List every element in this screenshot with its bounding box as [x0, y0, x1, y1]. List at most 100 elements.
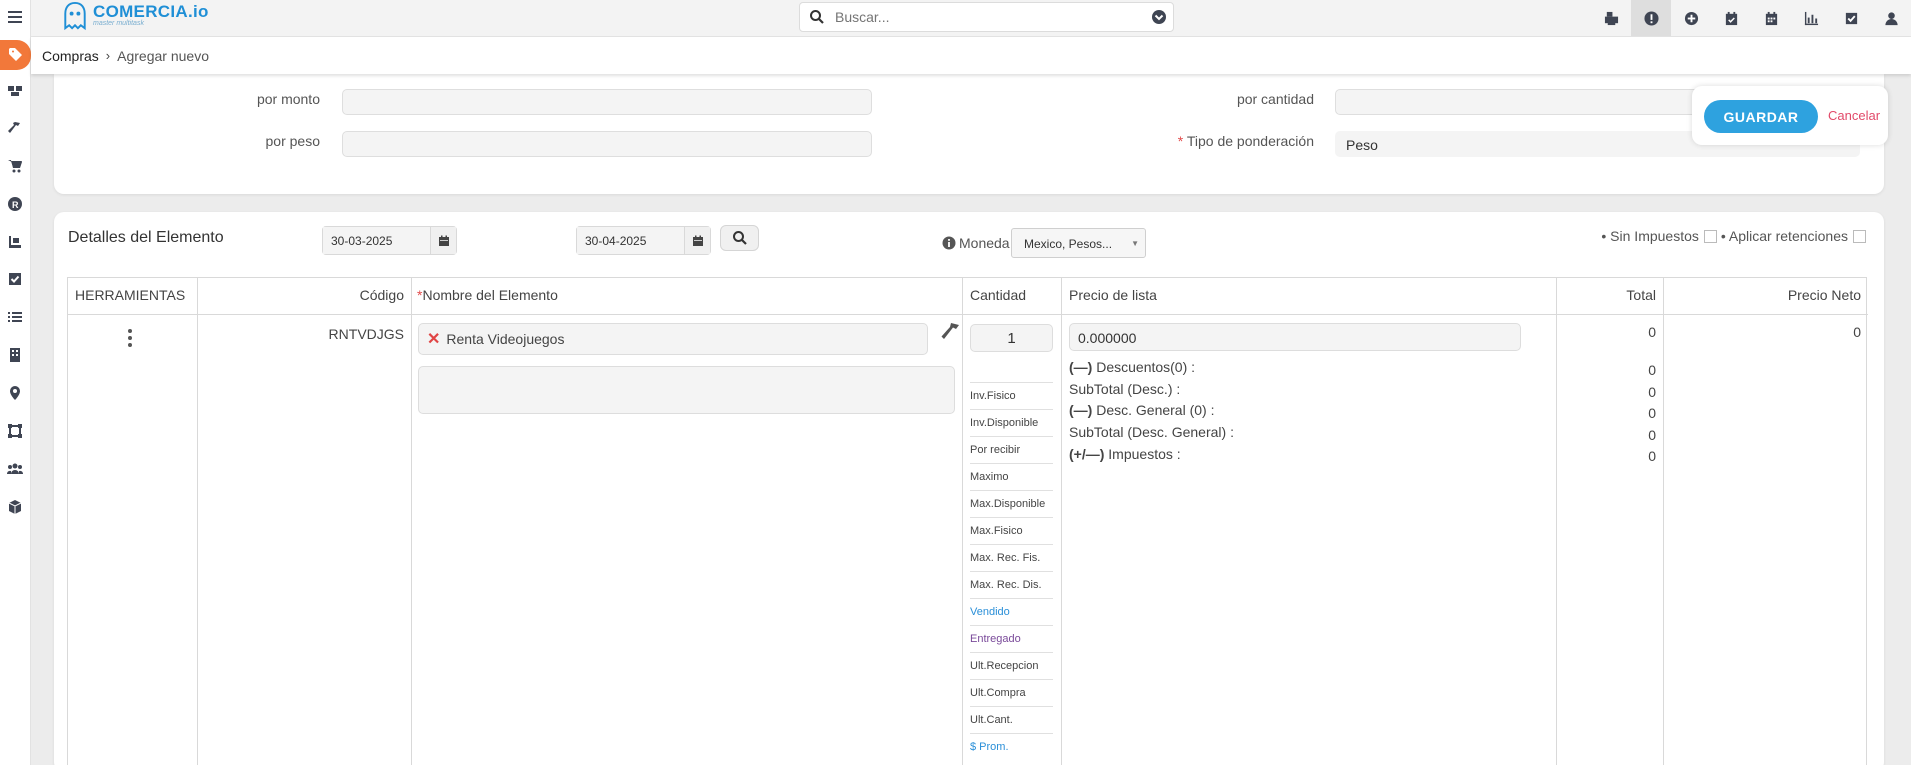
maximo: Maximo — [970, 463, 1053, 490]
aplicar-retenciones-label: • Aplicar retenciones — [1720, 228, 1848, 244]
desc-general-line[interactable]: (—) Desc. General (0) : — [1069, 402, 1214, 418]
search-icon — [732, 231, 747, 245]
col-cantidad: Cantidad 1 Inv.Fisico Inv.Disponible Por… — [963, 278, 1062, 765]
vendido-link[interactable]: Vendido — [970, 598, 1053, 625]
brand-name: COMERCIA.io — [93, 2, 209, 21]
details-panel: Detalles del Elemento 30-03-2025 30-04-2… — [54, 212, 1884, 765]
chevron-down-circle-icon[interactable] — [1151, 9, 1167, 25]
items-table: HERRAMIENTAS Código RNTVDJGS *Nombre del… — [67, 277, 1868, 765]
date-to-field[interactable]: 30-04-2025 — [576, 226, 711, 255]
tags-icon[interactable] — [0, 40, 31, 70]
sin-impuestos-label: • Sin Impuestos — [1601, 228, 1699, 244]
logo-ghost-icon — [64, 1, 86, 31]
check-square-icon[interactable] — [1831, 0, 1871, 36]
list-icon[interactable] — [0, 302, 30, 332]
col-precio: Precio de lista 0.000000 (—) Descuentos(… — [1062, 278, 1557, 765]
moneda-select[interactable]: Mexico, Pesos... ▼ — [1011, 228, 1146, 258]
users-icon[interactable] — [0, 454, 30, 484]
brand-tagline: master multitask — [93, 20, 144, 27]
max-rec-fis: Max. Rec. Fis. — [970, 544, 1053, 571]
date-from-value[interactable]: 30-03-2025 — [323, 227, 431, 254]
search-dates-button[interactable] — [720, 225, 759, 251]
details-title: Detalles del Elemento — [68, 229, 224, 246]
save-actions: GUARDAR Cancelar — [1692, 86, 1888, 145]
hammer-icon[interactable] — [0, 113, 30, 143]
col-nombre: *Nombre del Elemento ✕ Renta Videojuegos — [412, 278, 963, 765]
ult-compra: Ult.Compra — [970, 679, 1053, 706]
ult-recepcion: Ult.Recepcion — [970, 652, 1053, 679]
col-precio-neto: Precio Neto 0 — [1664, 278, 1868, 765]
boxes-icon[interactable] — [0, 75, 30, 105]
dolly-icon[interactable] — [0, 227, 30, 257]
aplicar-retenciones-checkbox[interactable] — [1853, 229, 1866, 243]
menu-icon[interactable] — [0, 2, 30, 32]
date-from-field[interactable]: 30-03-2025 — [322, 226, 457, 255]
header-cantidad: Cantidad — [963, 278, 1061, 315]
caret-down-icon: ▼ — [1131, 239, 1139, 248]
header-total: Total — [1557, 278, 1663, 315]
building-icon[interactable] — [0, 340, 30, 370]
breadcrumb-current: Agregar nuevo — [117, 47, 209, 64]
row-total: 0 — [1648, 324, 1656, 340]
breadcrumb-parent[interactable]: Compras — [42, 48, 99, 64]
por-cantidad-label: por cantidad — [1236, 91, 1314, 107]
remove-icon[interactable]: ✕ — [427, 329, 440, 349]
cancel-link[interactable]: Cancelar — [1828, 108, 1880, 123]
plus-circle-icon[interactable] — [1671, 0, 1711, 36]
calendar-check-icon[interactable] — [1711, 0, 1751, 36]
cart-icon[interactable] — [0, 151, 30, 181]
r-circle-icon[interactable]: R — [0, 189, 30, 219]
tipo-ponderacion-label: * Tipo de ponderación — [1177, 133, 1314, 149]
subtotal-desc-value: 0 — [1648, 384, 1656, 400]
printer-icon[interactable] — [1591, 0, 1631, 36]
map-pin-icon[interactable] — [0, 378, 30, 408]
check-square-icon[interactable] — [0, 264, 30, 294]
moneda-label: Moneda — [959, 235, 1010, 251]
chart-icon[interactable] — [1791, 0, 1831, 36]
sin-impuestos-checkbox[interactable] — [1703, 229, 1717, 243]
max-fisico: Max.Fisico — [970, 517, 1053, 544]
calendar-icon[interactable] — [1751, 0, 1791, 36]
por-peso-label: por peso — [265, 133, 320, 149]
hammer-icon[interactable] — [940, 321, 962, 343]
row-codigo: RNTVDJGS — [328, 326, 404, 342]
subtotal-desc-line: SubTotal (Desc.) : — [1069, 381, 1181, 397]
save-button[interactable]: GUARDAR — [1704, 100, 1818, 133]
calendar-icon[interactable] — [685, 227, 710, 254]
ult-cant: Ult.Cant. — [970, 706, 1053, 733]
chevron-right-icon: › — [105, 48, 111, 63]
desc-general-value: 0 — [1648, 405, 1656, 421]
row-precio-neto: 0 — [1853, 324, 1861, 340]
quantity-input[interactable]: 1 — [970, 324, 1053, 352]
vector-square-icon[interactable] — [0, 416, 30, 446]
sidebar: R — [0, 0, 31, 765]
precio-lista-input[interactable]: 0.000000 — [1069, 323, 1521, 351]
cube-icon[interactable] — [0, 492, 30, 522]
inv-fisico: Inv.Fisico — [970, 382, 1053, 409]
search-bar[interactable] — [799, 2, 1174, 32]
max-disponible: Max.Disponible — [970, 490, 1053, 517]
search-icon — [810, 10, 824, 24]
breadcrumb: Compras › Agregar nuevo — [31, 37, 1911, 74]
header-nombre: *Nombre del Elemento — [412, 278, 962, 315]
por-monto-field[interactable] — [342, 89, 872, 115]
moneda-label-group: Moneda — [942, 235, 1010, 251]
impuestos-line[interactable]: (+/—) Impuestos : — [1069, 446, 1181, 462]
app-logo[interactable]: COMERCIA.io master multitask — [61, 1, 209, 34]
alert-icon[interactable] — [1631, 0, 1671, 36]
description-textarea[interactable] — [418, 366, 955, 414]
product-tag[interactable]: ✕ Renta Videojuegos — [418, 323, 928, 355]
descuentos-line[interactable]: (—) Descuentos(0) : — [1069, 359, 1195, 375]
por-recibir: Por recibir — [970, 436, 1053, 463]
info-icon — [942, 236, 956, 250]
entregado-link[interactable]: Entregado — [970, 625, 1053, 652]
svg-text:R: R — [12, 200, 19, 210]
search-input[interactable] — [835, 9, 1151, 25]
prom-link[interactable]: $ Prom. — [970, 733, 1053, 760]
date-to-value[interactable]: 30-04-2025 — [577, 227, 685, 254]
por-peso-field[interactable] — [342, 131, 872, 157]
kebab-menu-icon[interactable] — [128, 328, 132, 348]
calendar-icon[interactable] — [431, 227, 456, 254]
header-herramientas: HERRAMIENTAS — [68, 278, 197, 315]
user-icon[interactable] — [1871, 0, 1911, 36]
